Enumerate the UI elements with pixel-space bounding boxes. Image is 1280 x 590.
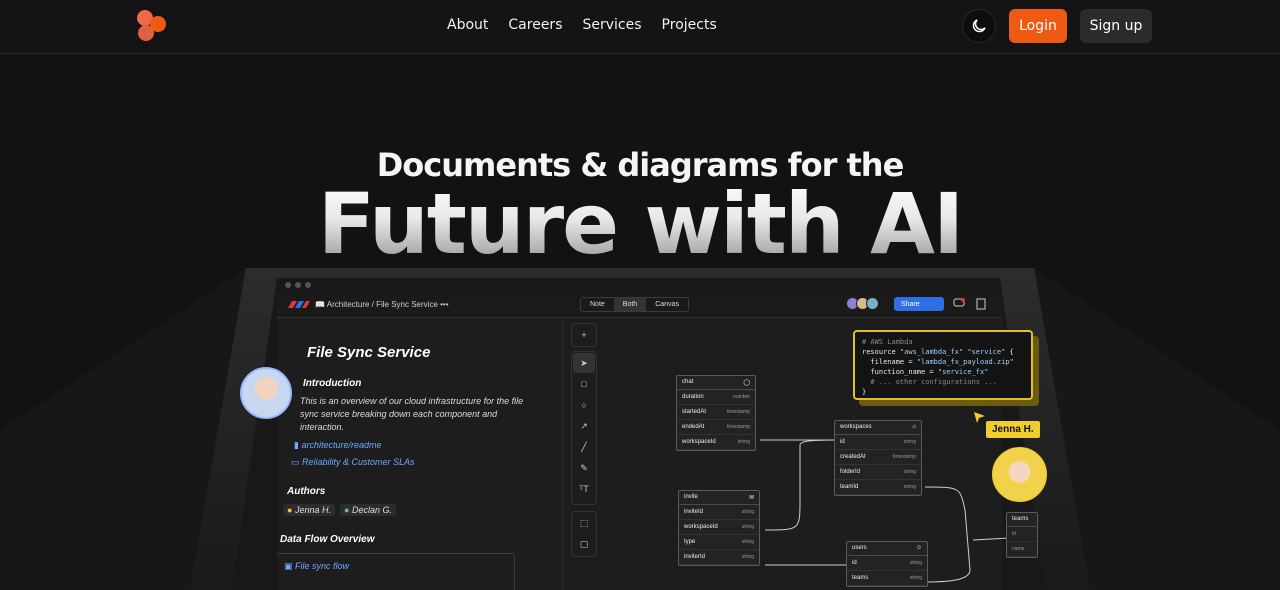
table-row: type string (679, 535, 759, 550)
field-type: number (733, 394, 750, 400)
field-type: string (741, 554, 754, 560)
field-name: endedAt (682, 424, 705, 430)
field-name: type (684, 539, 696, 545)
code-text: resource (862, 348, 900, 356)
field-name: startedAt (682, 409, 707, 415)
home-icon: ⌂ (912, 424, 916, 430)
code-text: } (862, 388, 867, 396)
table-row: id string (847, 556, 927, 571)
table-row: duration number (677, 390, 755, 405)
field-name: workspaceId (684, 524, 718, 530)
table-invite[interactable]: invite ✉ inviteId string workspaceId string… (678, 490, 760, 566)
field-type: string (741, 509, 754, 515)
field-type: string (909, 560, 922, 566)
table-row: inviteId string (679, 505, 759, 520)
code-text: { (1005, 348, 1014, 356)
table-row: startedAt timestamp (677, 405, 755, 420)
cursor-icon (974, 412, 985, 423)
table-chat[interactable]: chat ◯ duration number startedAt timestamp … (676, 375, 756, 451)
field-name: inviteId (684, 509, 704, 515)
user-icon: ☺ (915, 545, 922, 551)
field-name: createdAt (840, 454, 866, 460)
field-type: timestamp (892, 454, 916, 460)
table-row: name (1007, 542, 1037, 557)
table-name: invite (684, 494, 699, 500)
chat-icon: ◯ (743, 380, 750, 386)
table-name: workspaces (840, 424, 872, 430)
field-type: string (741, 539, 754, 545)
cursor-label: Jenna H. (986, 421, 1040, 438)
table-row: teams string (847, 571, 927, 586)
table-row: workspaceId string (677, 435, 755, 450)
field-name: workspaceId (682, 439, 716, 445)
code-comment: # ... other configurations ... (862, 378, 997, 386)
table-row: inviterId string (679, 550, 759, 565)
field-name: teams (852, 575, 869, 581)
table-row: id string (835, 435, 921, 450)
field-type: string (903, 484, 916, 490)
avatar (992, 447, 1047, 502)
field-name: id (852, 560, 857, 566)
code-text: filename = (862, 358, 917, 366)
code-string: "aws_lambda_fx" "service" (899, 348, 1006, 356)
table-row: teamId string (835, 480, 921, 495)
table-row: id (1007, 527, 1037, 542)
field-name: id (1012, 531, 1016, 537)
field-name: folderId (840, 469, 861, 475)
code-block[interactable]: # AWS Lambda resource "aws_lambda_fx" "s… (853, 330, 1033, 400)
field-name: name (1012, 546, 1025, 552)
field-type: string (737, 439, 750, 445)
code-string: "service_fx" (937, 368, 989, 376)
code-text: function_name = (862, 368, 938, 376)
table-name: chat (682, 379, 694, 385)
table-users[interactable]: users ☺ id string teams string (846, 541, 928, 587)
field-name: duration (682, 394, 704, 400)
table-row: folderId string (835, 465, 921, 480)
table-workspaces[interactable]: workspaces ⌂ id string createdAt timestamp … (834, 420, 922, 496)
field-name: id (840, 439, 845, 445)
field-type: timestamp (726, 409, 750, 415)
connector-lines (760, 439, 1011, 583)
mail-icon: ✉ (748, 495, 754, 501)
table-name: users (852, 545, 867, 551)
table-teams[interactable]: teams id name (1006, 512, 1038, 558)
field-name: inviterId (684, 554, 706, 560)
field-type: string (903, 439, 916, 445)
field-type: string (741, 524, 754, 530)
table-row: createdAt timestamp (835, 450, 921, 465)
code-string: "lambda_fx_payload.zip" (916, 358, 1014, 366)
field-type: timestamp (726, 424, 750, 430)
table-name: teams (1012, 516, 1029, 522)
table-row: endedAt timestamp (677, 420, 755, 435)
avatar (240, 367, 292, 419)
code-comment: # AWS Lambda (862, 338, 913, 346)
field-type: string (909, 575, 922, 581)
field-name: teamId (840, 484, 859, 490)
table-row: workspaceId string (679, 520, 759, 535)
field-type: string (903, 469, 916, 475)
